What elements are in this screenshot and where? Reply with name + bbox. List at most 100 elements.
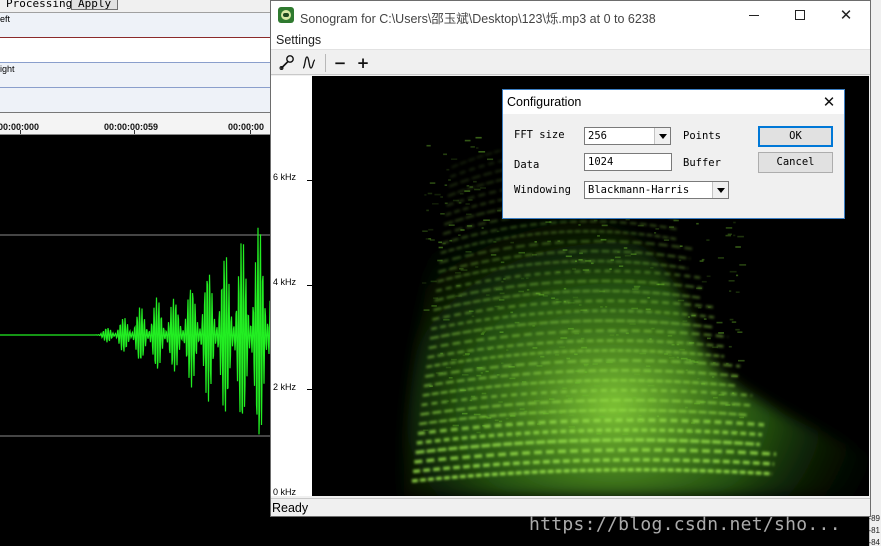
minimize-button[interactable] (731, 1, 777, 30)
spectrogram-speck (483, 219, 490, 221)
spectrogram-speck (480, 333, 484, 335)
fft-size-select[interactable]: 256 (584, 127, 671, 145)
spectrogram-speck (460, 389, 467, 392)
close-window-button[interactable]: ✕ (823, 1, 869, 30)
maximize-icon (795, 10, 805, 20)
spectrogram-speck (470, 146, 475, 148)
spectrogram-speck (712, 346, 719, 349)
spectrogram-speck (424, 194, 427, 196)
spectrogram-speck (671, 343, 675, 346)
spectrogram-speck (458, 234, 461, 236)
spectrogram-speck (510, 311, 514, 314)
timeline-ruler[interactable]: 00:00:000 00:00:00:059 00:00:00 (0, 113, 270, 135)
spectrogram-speck (701, 280, 707, 283)
spectrogram-speck (501, 362, 504, 364)
axis-label-2khz: 2 kHz (273, 382, 297, 392)
spectrogram-speck (696, 287, 703, 290)
spectrogram-speck (466, 213, 472, 216)
chevron-down-icon[interactable] (712, 182, 728, 198)
spectrogram-speck (579, 252, 583, 255)
spectrogram-speck (437, 259, 443, 262)
spectrogram-speck (534, 241, 537, 243)
spectrogram-speck (547, 240, 551, 243)
spectrogram-speck (637, 224, 644, 227)
spectrogram-speck (428, 228, 434, 231)
windowing-select[interactable]: Blackmann-Harris (584, 181, 729, 199)
spectrogram-speck (718, 394, 725, 396)
spectrogram-speck (634, 286, 640, 289)
spectrogram-speck (678, 259, 682, 262)
spectrogram-speck (496, 288, 503, 291)
spectrogram-speck (509, 377, 516, 380)
dialog-close-button[interactable]: ✕ (817, 91, 841, 113)
spectrogram-speck (427, 192, 433, 195)
spectrogram-speck (575, 260, 577, 262)
spectrogram-speck (532, 254, 537, 256)
spectrogram-speck (597, 235, 600, 237)
spectrogram-speck (600, 306, 603, 308)
maximize-button[interactable] (777, 1, 823, 30)
menu-settings[interactable]: Settings (276, 33, 321, 47)
zoom-out-button[interactable]: − (329, 53, 351, 73)
spectrogram-speck (634, 373, 640, 376)
dialog-titlebar[interactable]: Configuration ✕ (503, 90, 844, 114)
data-value: 1024 (588, 156, 614, 168)
sonogram-toolbar: − + (271, 51, 870, 75)
chevron-down-icon[interactable] (654, 128, 670, 144)
spectrogram-speck (708, 306, 711, 309)
spectrogram-speck (682, 320, 688, 322)
spectrogram-speck (540, 355, 545, 358)
windowing-label: Windowing (514, 184, 571, 196)
right-strip-number: -84 (868, 538, 880, 546)
spectrogram-speck (446, 168, 450, 171)
spectrogram-speck (685, 406, 688, 409)
spectrogram-speck (638, 420, 643, 422)
spectrogram-speck (431, 305, 437, 307)
spectrogram-speck (440, 213, 445, 215)
spectrogram-speck (555, 298, 559, 301)
spectrogram-speck (593, 219, 598, 222)
waveform-view[interactable] (0, 135, 270, 546)
spectrogram-speck (732, 392, 735, 394)
apply-button[interactable]: Apply (71, 0, 119, 10)
spectrogram-speck (691, 314, 696, 317)
spectrogram-speck (632, 288, 639, 290)
spectrogram-speck (726, 362, 729, 365)
spectrogram-speck (586, 407, 594, 409)
spectrogram-speck (687, 431, 693, 433)
spectrogram-speck (580, 309, 588, 311)
data-field[interactable]: 1024 (584, 153, 672, 171)
dialog-title: Configuration (507, 95, 582, 109)
spectrogram-speck (728, 345, 732, 348)
spectrogram-speck (581, 346, 588, 349)
sonogram-titlebar[interactable]: Sonogram for C:\Users\邵玉斌\Desktop\123\烁.… (271, 1, 870, 30)
spectrogram-speck (430, 280, 437, 283)
spectrogram-speck (493, 241, 497, 243)
zoom-in-button[interactable]: + (352, 53, 374, 73)
spectrogram-speck (612, 348, 618, 350)
spectrogram-speck (669, 356, 675, 359)
spectrogram-speck (700, 401, 706, 403)
spectrogram-speck (574, 429, 582, 432)
spectrogram-speck (731, 404, 735, 406)
spectrogram-speck (712, 362, 716, 364)
spectrogram-speck (422, 230, 428, 232)
spectrogram-speck (497, 209, 501, 212)
spectrogram-speck (501, 280, 504, 283)
spectrogram-speck (481, 331, 485, 334)
wave-icon[interactable] (299, 53, 321, 73)
spectrogram-speck (466, 185, 470, 187)
spectrogram-speck (433, 297, 439, 299)
cancel-button[interactable]: Cancel (758, 152, 833, 173)
track-left-header[interactable]: eft (0, 13, 270, 38)
track-right-header[interactable]: ight (0, 63, 270, 88)
spectrogram-speck (429, 385, 433, 387)
spectrogram-speck (625, 332, 629, 335)
ok-button[interactable]: OK (758, 126, 833, 147)
sonogram-window: Sonogram for C:\Users\邵玉斌\Desktop\123\烁.… (270, 0, 871, 517)
spectrogram-speck (639, 352, 647, 355)
spectrogram-speck (593, 385, 601, 387)
spectrogram-speck (689, 342, 695, 344)
spectrogram-speck (464, 139, 471, 142)
wrench-icon[interactable] (276, 53, 298, 73)
